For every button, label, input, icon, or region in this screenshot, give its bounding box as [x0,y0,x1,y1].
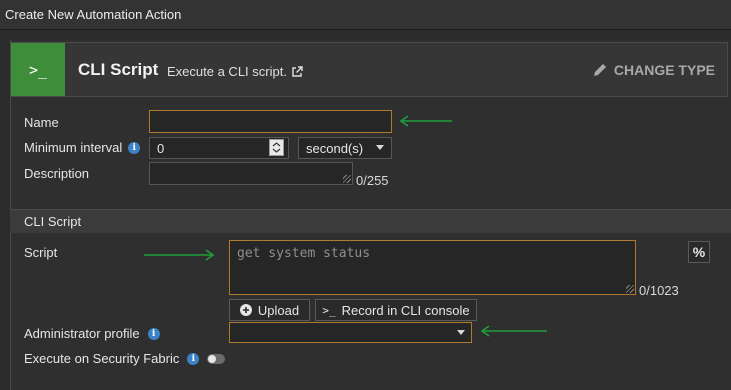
stepper-arrows-icon [272,142,281,153]
green-arrow-annotation [399,115,452,127]
name-label: Name [24,115,59,130]
terminal-icon: >_ [322,303,336,317]
change-type-button[interactable]: CHANGE TYPE [592,62,715,78]
script-counter: 0/1023 [639,283,679,298]
chevron-down-icon [457,330,465,335]
green-arrow-annotation [144,249,215,261]
admin-profile-select[interactable] [229,322,472,343]
script-label: Script [24,245,58,260]
action-type-header: >_ CLI Script Execute a CLI script. CHAN… [10,42,728,97]
description-textarea[interactable] [149,162,353,185]
admin-profile-label-text: Administrator profile [24,326,140,341]
action-type-description-text: Execute a CLI script. [167,64,287,79]
action-type-description[interactable]: Execute a CLI script. [167,64,303,79]
terminal-icon: >_ [11,43,65,96]
green-arrow-annotation [480,325,547,337]
record-cli-label: Record in CLI console [341,302,470,318]
description-label: Description [24,166,90,181]
number-stepper[interactable] [269,139,284,156]
info-icon[interactable]: i [147,327,160,340]
fabric-toggle[interactable] [207,353,226,364]
fabric-label-text: Execute on Security Fabric [24,351,180,366]
min-interval-label-text: Minimum interval [24,140,123,155]
resize-handle-icon[interactable] [626,285,634,293]
min-interval-label: Minimum interval i [24,140,141,155]
chevron-down-icon [376,145,384,150]
upload-button[interactable]: Upload [229,299,310,321]
interval-unit-value: second(s) [306,140,364,156]
action-type-title: CLI Script [78,60,159,79]
min-interval-input[interactable]: 0 [149,137,289,159]
plus-circle-icon [239,304,252,316]
info-icon[interactable]: i [128,141,141,154]
name-input[interactable] [149,110,392,133]
script-placeholder: get system status [237,246,371,261]
admin-profile-label: Administrator profile i [24,326,160,341]
script-textarea[interactable]: get system status [229,240,636,295]
external-link-icon[interactable] [291,65,303,78]
info-icon[interactable]: i [187,352,200,365]
window-title: Create New Automation Action [0,0,731,30]
resize-handle-icon[interactable] [343,175,351,183]
change-type-label: CHANGE TYPE [613,62,715,78]
record-cli-button[interactable]: >_ Record in CLI console [315,299,477,321]
min-interval-value: 0 [157,140,165,156]
cli-script-section-header: CLI Script [10,209,731,233]
pencil-icon [593,64,606,76]
upload-label: Upload [257,302,300,318]
description-counter: 0/255 [356,173,389,188]
insert-variable-button[interactable]: % [688,241,710,263]
toggle-knob [208,354,217,363]
fabric-label: Execute on Security Fabric i [24,351,226,366]
